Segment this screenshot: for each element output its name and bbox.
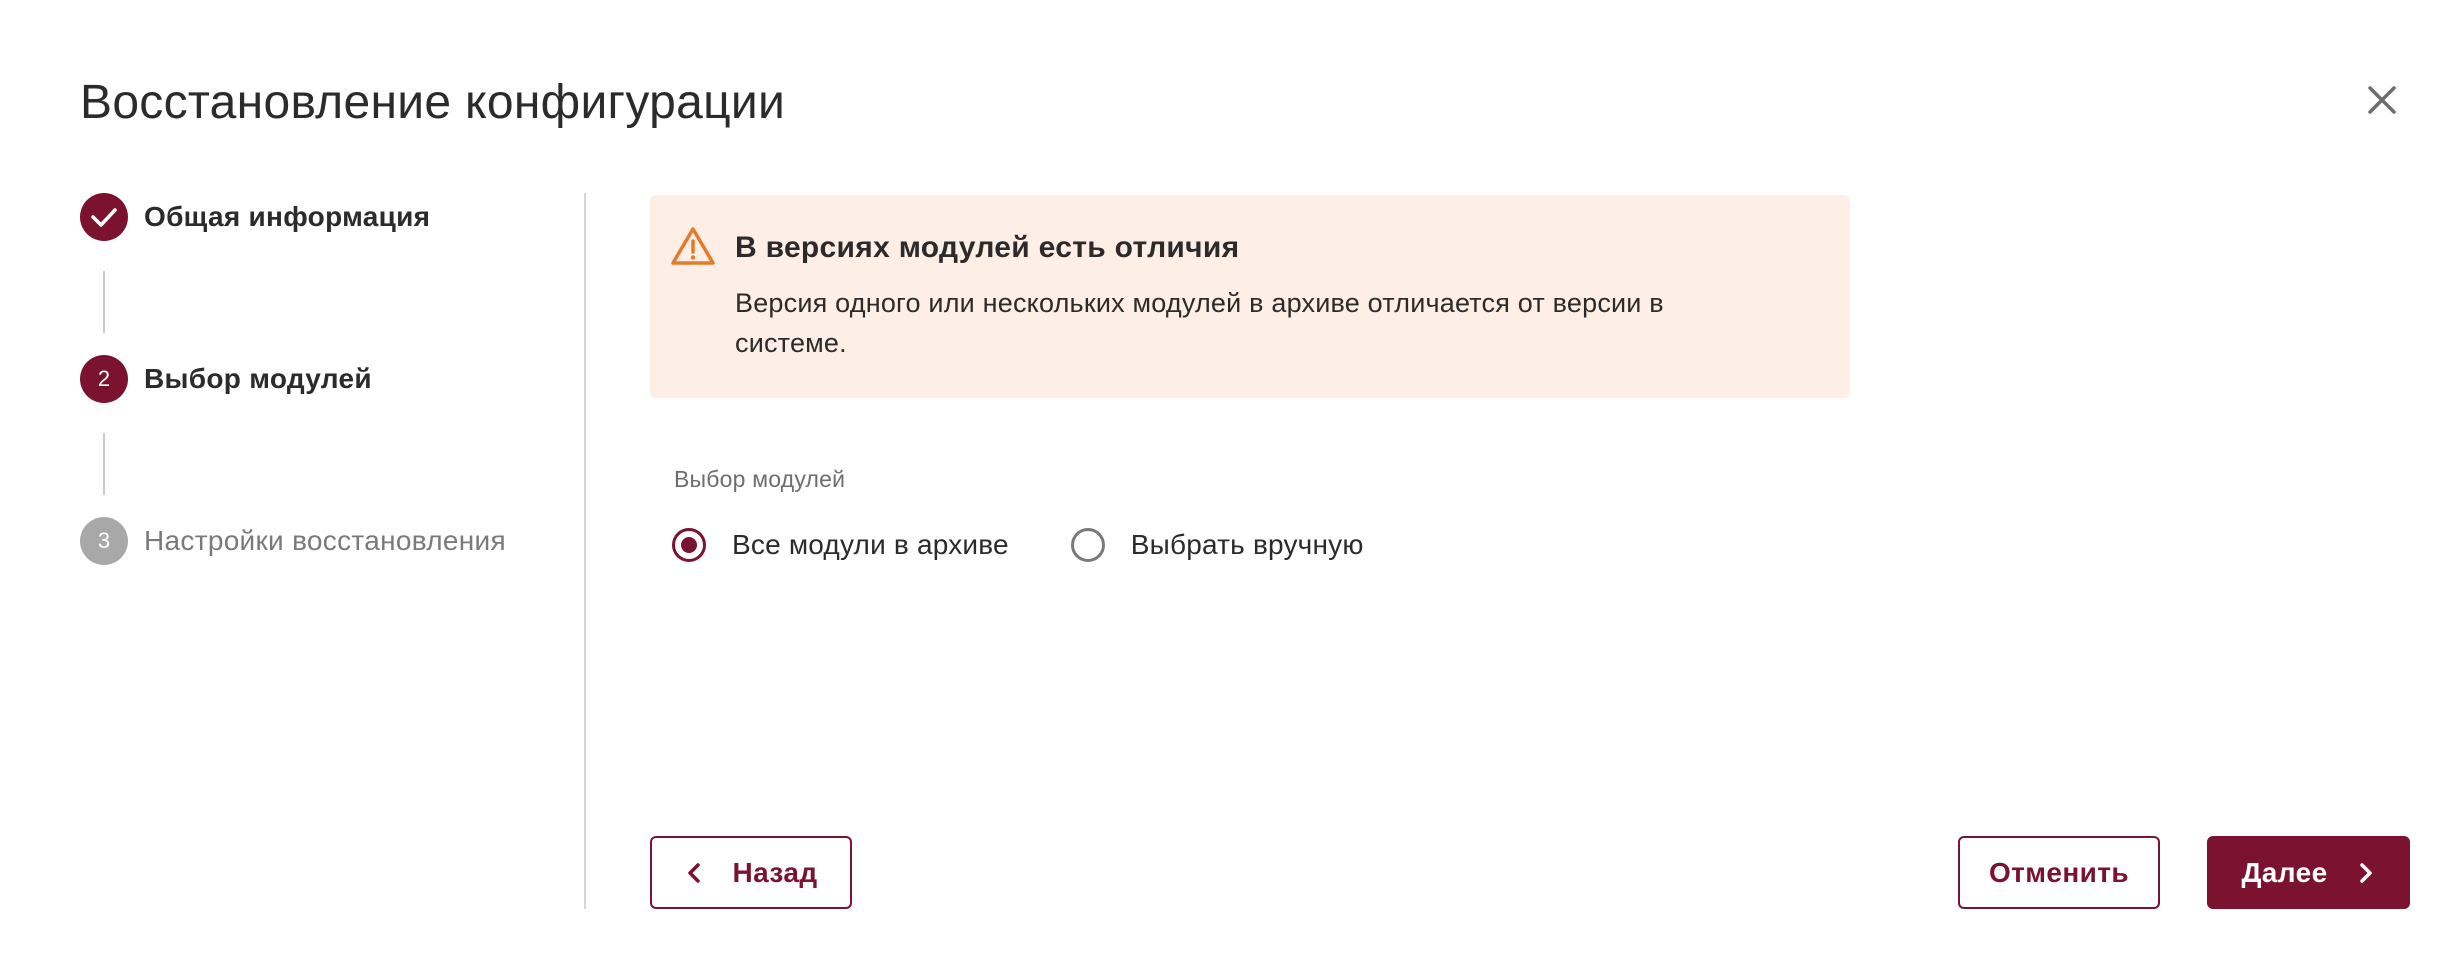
back-button[interactable]: Назад xyxy=(650,836,852,909)
radio-select-manually[interactable]: Выбрать вручную xyxy=(1070,528,1364,562)
cancel-button[interactable]: Отменить xyxy=(1958,836,2160,909)
alert-title: В версиях модулей есть отличия xyxy=(735,231,1240,264)
step-number-circle: 3 xyxy=(80,517,128,565)
next-button[interactable]: Далее xyxy=(2207,836,2410,909)
module-selection-radio-group: Все модули в архиве Выбрать вручную xyxy=(672,526,1426,564)
cancel-button-label: Отменить xyxy=(1988,856,2130,888)
step-connector xyxy=(103,271,105,333)
radio-all-modules[interactable]: Все модули в архиве xyxy=(672,528,1009,562)
step-connector xyxy=(103,433,105,495)
step-done-circle xyxy=(80,193,128,241)
step-number-circle: 2 xyxy=(80,355,128,403)
checkmark-icon xyxy=(91,208,117,227)
chevron-right-icon xyxy=(2359,862,2372,883)
step-label: Общая информация xyxy=(144,201,431,232)
step-label: Настройки восстановления xyxy=(144,525,506,556)
restore-config-dialog: Восстановление конфигурации Общая информ… xyxy=(0,0,2445,966)
chevron-left-icon xyxy=(688,862,701,883)
back-button-label: Назад xyxy=(732,856,818,888)
warning-alert: В версиях модулей есть отличия Версия од… xyxy=(650,195,1850,398)
step-general-info[interactable]: Общая информация xyxy=(80,193,430,241)
radio-label[interactable]: Все модули в архиве xyxy=(732,529,1009,561)
step-module-selection[interactable]: 2 Выбор модулей xyxy=(80,355,372,403)
step-restore-settings[interactable]: 3 Настройки восстановления xyxy=(80,517,506,565)
warning-triangle-icon xyxy=(671,227,715,265)
next-button-label: Далее xyxy=(2241,856,2328,888)
radio-button-unchecked[interactable] xyxy=(1070,528,1105,562)
radio-label[interactable]: Выбрать вручную xyxy=(1131,529,1364,561)
close-icon[interactable] xyxy=(2360,78,2404,122)
step-label: Выбор модулей xyxy=(144,363,372,394)
alert-message: Версия одного или нескольких модулей в а… xyxy=(735,288,1664,358)
vertical-divider xyxy=(584,193,586,909)
radio-button-checked[interactable] xyxy=(672,528,706,562)
module-selection-label: Выбор модулей xyxy=(674,466,846,492)
dialog-title: Восстановление конфигурации xyxy=(80,76,786,129)
